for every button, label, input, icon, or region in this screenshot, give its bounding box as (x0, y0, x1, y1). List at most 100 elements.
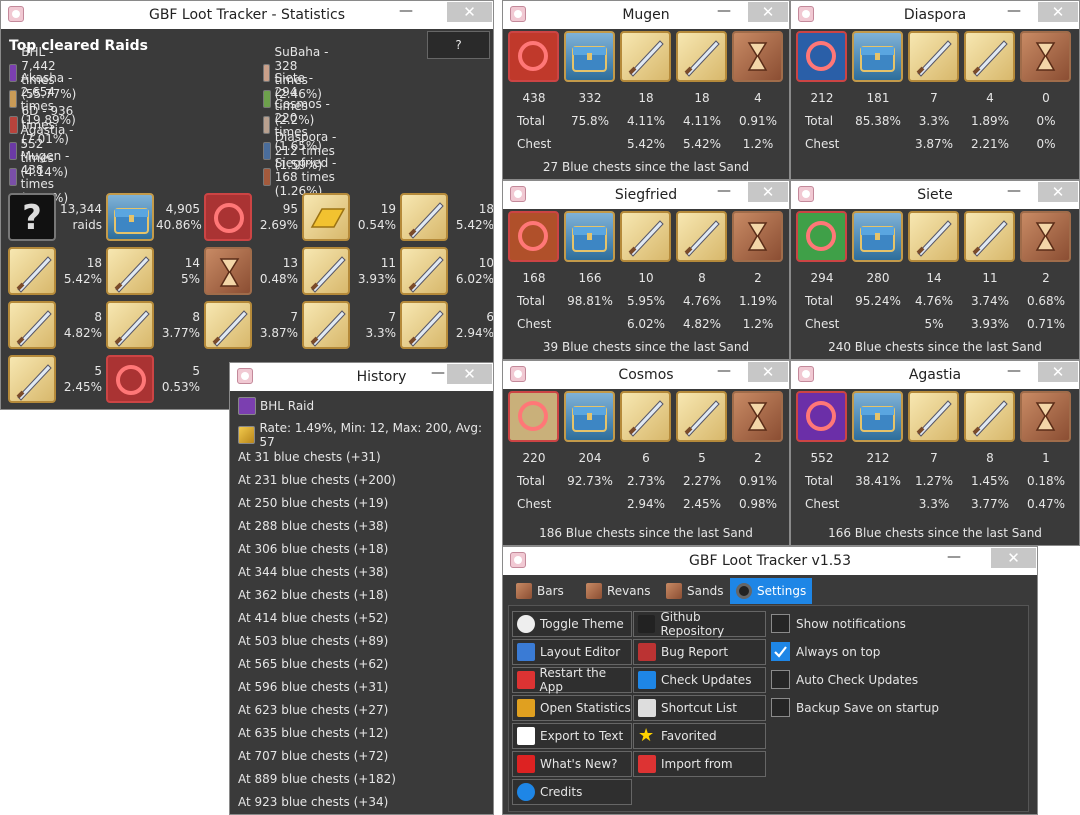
minimize-button[interactable]: — (999, 364, 1029, 384)
panel-count: 181 (866, 91, 890, 105)
bug-button[interactable]: Bug Report (633, 639, 766, 665)
raid-panel-titlebar[interactable]: Mugen — ✕ (503, 1, 789, 29)
close-button[interactable]: ✕ (991, 548, 1036, 568)
close-button[interactable]: ✕ (447, 364, 492, 384)
update-button[interactable]: Check Updates (633, 667, 766, 693)
settings-titlebar[interactable]: GBF Loot Tracker v1.53 — ✕ (503, 547, 1037, 575)
raid-list-label: Siegfried - 168 times (1.26%) (274, 156, 337, 198)
raid-panel-titlebar[interactable]: Diaspora — ✕ (791, 1, 1079, 29)
history-rate: Rate: 1.49%, Min: 12, Max: 200, Avg: 57 (259, 421, 483, 449)
raid-list-item: Siegfried - 168 times (1.26%) (263, 156, 338, 198)
layout-button[interactable]: Layout Editor (512, 639, 632, 665)
restart-button[interactable]: Restart the App (512, 666, 632, 694)
weapon-icon (964, 391, 1015, 442)
minimize-button[interactable]: — (709, 184, 739, 204)
minimize-button[interactable]: — (709, 4, 739, 24)
button-label: Export to Text (540, 729, 624, 743)
item-stat: 19 0.54% (302, 193, 399, 247)
item-stat: 7 3.3% (302, 301, 399, 355)
import-button[interactable]: Import from (633, 751, 766, 777)
checkbox-box[interactable] (771, 670, 790, 689)
close-button[interactable]: ✕ (447, 2, 492, 22)
raid-panel-titlebar[interactable]: Siete — ✕ (791, 181, 1079, 209)
checkbox-show-notifications[interactable]: Show notifications (771, 614, 906, 633)
help-button[interactable]: ? (427, 31, 490, 59)
panel-count: 2 (754, 451, 762, 465)
panel-chest-rate: 0.47% (1026, 497, 1066, 511)
panel-chest-rate: 1.2% (742, 137, 774, 151)
panel-total-rate: 1.27% (914, 474, 954, 488)
minimize-button[interactable]: — (391, 4, 421, 24)
siete-boss-icon (796, 211, 847, 262)
close-button[interactable]: ✕ (748, 2, 788, 22)
shortcut-button[interactable]: Shortcut List (633, 695, 766, 721)
panel-total-rate: 4.11% (626, 114, 666, 128)
panel-count: 6 (642, 451, 650, 465)
github-button[interactable]: Github Repository (633, 610, 766, 638)
panel-count: 204 (578, 451, 602, 465)
minimize-button[interactable]: — (709, 364, 739, 384)
item-stat-value: 8 3.77% (161, 310, 200, 340)
raid-icon (9, 116, 18, 134)
panel-count: 14 (926, 271, 942, 285)
button-label: Layout Editor (540, 645, 621, 659)
minimize-button[interactable]: — (939, 550, 969, 570)
panel-total-rate: 4.76% (914, 294, 954, 308)
close-button[interactable]: ✕ (1038, 362, 1078, 382)
checkbox-box[interactable] (771, 614, 790, 633)
statistics-window: GBF Loot Tracker - Statistics — ✕ Top cl… (0, 0, 494, 410)
tab-label: Revans (607, 584, 651, 598)
tab-sands[interactable]: Sands (660, 578, 729, 604)
weapon-icon (620, 31, 671, 82)
gold-item-icon (302, 193, 350, 241)
theme-button[interactable]: Toggle Theme (512, 611, 632, 637)
sands-tab-icon (666, 583, 682, 599)
star-button[interactable]: ★ Favorited (633, 723, 766, 749)
raid-icon (263, 90, 271, 108)
close-button[interactable]: ✕ (748, 362, 788, 382)
raid-panel-titlebar[interactable]: Cosmos — ✕ (503, 361, 789, 389)
item-stat-value: 10 6.02% (455, 256, 494, 286)
checkbox-backup-save-on-startup[interactable]: Backup Save on startup (771, 698, 939, 717)
checkbox-always-on-top[interactable]: Always on top (771, 642, 880, 661)
credits-button[interactable]: Credits (512, 779, 632, 805)
raid-panel-titlebar[interactable]: Siegfried — ✕ (503, 181, 789, 209)
close-button[interactable]: ✕ (1038, 2, 1078, 22)
minimize-button[interactable]: — (999, 4, 1029, 24)
weapon-icon (908, 391, 959, 442)
item-stat-value: 7 3.3% (365, 310, 397, 340)
checkbox-box[interactable] (771, 642, 790, 661)
tab-label: Bars (537, 584, 564, 598)
statistics-titlebar[interactable]: GBF Loot Tracker - Statistics — ✕ (1, 1, 493, 29)
sand-counter: 186 Blue chests since the last Sand (539, 526, 753, 540)
tab-settings[interactable]: Settings (730, 578, 813, 604)
history-row: At 623 blue chests (+27) (238, 703, 389, 717)
panel-chest-rate: 0.71% (1026, 317, 1066, 331)
panel-count: 280 (866, 271, 890, 285)
whats-new-button[interactable]: What's New? (512, 751, 632, 777)
raid-panel-titlebar[interactable]: Agastia — ✕ (791, 361, 1079, 389)
panel-total-rate: 75.8% (570, 114, 610, 128)
export-button[interactable]: Export to Text (512, 723, 632, 749)
history-titlebar[interactable]: History — ✕ (230, 363, 493, 391)
sand-icon (1020, 391, 1071, 442)
bhl-raid-icon (238, 397, 256, 415)
checkbox-auto-check-updates[interactable]: Auto Check Updates (771, 670, 918, 689)
history-row: At 503 blue chests (+89) (238, 634, 389, 648)
history-row: At 306 blue chests (+18) (238, 542, 389, 556)
item-stat: 18 5.42% (400, 193, 493, 247)
sand-icon (1020, 211, 1071, 262)
panel-chest-rate: 0.98% (738, 497, 778, 511)
statistics-button[interactable]: Open Statistics (512, 695, 632, 721)
panel-total-rate: 2.73% (626, 474, 666, 488)
minimize-button[interactable]: — (999, 184, 1029, 204)
raid-panel-diaspora: Diaspora — ✕ 212 181 7 4 0 Total 85.38% 3.3% 1.89% 0… (790, 0, 1080, 180)
chest-label: Chest (517, 137, 552, 151)
close-button[interactable]: ✕ (1038, 182, 1078, 202)
chest-icon (852, 391, 903, 442)
close-button[interactable]: ✕ (748, 182, 788, 202)
tab-revans[interactable]: Revans (580, 578, 657, 604)
total-label: Total (805, 474, 834, 488)
tab-bars[interactable]: Bars (510, 578, 570, 604)
checkbox-box[interactable] (771, 698, 790, 717)
